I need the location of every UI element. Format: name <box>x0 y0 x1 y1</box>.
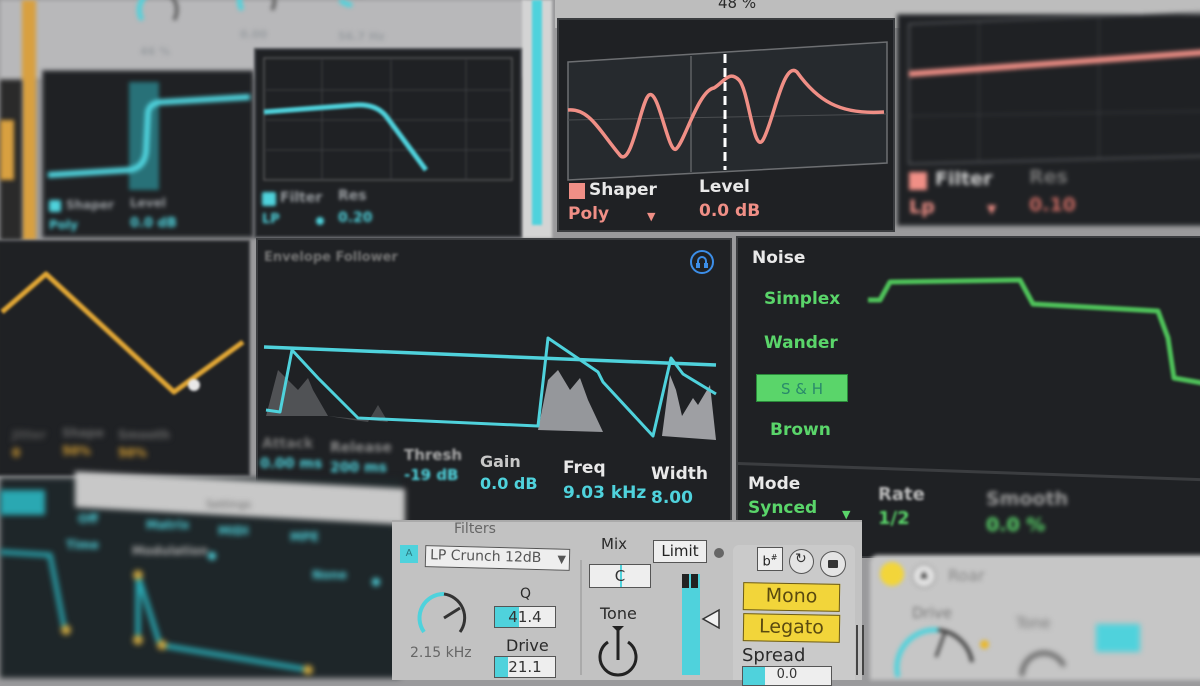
roar-title: Roar <box>948 566 985 585</box>
q-value: 41.4 <box>508 608 542 626</box>
filter-panel-right: Filter Lp ▼ Res 0.10 <box>897 11 1200 226</box>
res-label-right: Res <box>1029 166 1068 188</box>
level-label: Level <box>699 177 750 197</box>
filter-label-right: Filter <box>935 168 993 190</box>
spread-field[interactable]: 0.0 <box>742 666 832 686</box>
roar-cyan-button[interactable] <box>1096 624 1140 652</box>
env-param-label-width: Width <box>651 464 708 484</box>
pan-value: C <box>614 567 626 585</box>
res-value-right[interactable]: 0.10 <box>1029 194 1076 216</box>
save-icon[interactable] <box>820 551 846 577</box>
limit-button[interactable]: Limit <box>653 540 707 563</box>
filter-type-dropdown-icon: ▼ <box>557 552 567 566</box>
noise-mode-label: Mode <box>748 474 801 494</box>
roar-expand-button[interactable]: ▲ <box>912 564 936 588</box>
drive-label: Drive <box>506 636 549 655</box>
noise-mode-select[interactable]: Synced <box>748 498 817 518</box>
filter-freq-knob[interactable] <box>408 580 478 650</box>
vertical-meter-fill <box>532 0 542 225</box>
mix-section-divider <box>580 560 582 675</box>
filters-title: Filters <box>454 521 496 537</box>
filter-response-right <box>908 11 1200 165</box>
shaper-panel: Shaper Poly ▼ Level 0.0 dB <box>557 18 895 232</box>
drive-value: 21.1 <box>508 658 542 676</box>
env-param-value-freq[interactable]: 9.03 kHz <box>563 483 646 503</box>
filter-toggle-right[interactable] <box>909 172 927 190</box>
tone-label: Tone <box>600 604 637 623</box>
input-signal-area-3 <box>662 375 716 440</box>
q-label: Q <box>520 586 532 602</box>
filter-a-badge[interactable]: A <box>400 545 418 563</box>
noise-panel: Noise Simplex Wander S & H Brown Mode Sy… <box>736 236 1200 558</box>
legato-button[interactable]: Legato <box>742 613 841 643</box>
noise-rate-label: Rate <box>878 484 925 505</box>
shaper-label: Shaper <box>589 180 657 200</box>
filter-type-right[interactable]: Lp <box>909 196 935 218</box>
roar-drive-mod-dot <box>980 640 989 649</box>
env-param-label-gain: Gain <box>480 452 521 471</box>
roar-power-button[interactable] <box>880 562 904 586</box>
tone-knob[interactable] <box>594 624 644 679</box>
modulation-envelope <box>0 549 313 675</box>
roar-tone-label: Tone <box>1016 614 1051 632</box>
mono-button[interactable]: Mono <box>742 582 841 612</box>
env-param-value-width[interactable]: 8.00 <box>651 488 693 508</box>
output-meter-peak-r <box>691 574 698 588</box>
shaper-mode-select[interactable]: Poly <box>568 204 609 224</box>
output-meter-bg <box>682 574 700 675</box>
pan-field[interactable]: C <box>589 564 651 588</box>
shaper-toggle[interactable] <box>569 183 585 199</box>
noise-rate-value[interactable]: 1/2 <box>878 508 910 529</box>
noise-waveform <box>868 277 1200 386</box>
env-param-value-thresh[interactable]: -19 dB <box>404 466 459 484</box>
env-param-value-gain[interactable]: 0.0 dB <box>480 474 538 493</box>
roar-drive-label: Drive <box>912 604 952 622</box>
filter-type-value: LP Crunch 12dB <box>429 547 542 567</box>
output-gain-slider-icon[interactable] <box>701 608 721 630</box>
env-param-label-thresh: Thresh <box>404 446 463 464</box>
roar-drive-knob[interactable] <box>890 622 990 682</box>
filter-type-dropdown-icon[interactable]: ▼ <box>987 202 996 216</box>
mix-title: Mix <box>601 535 627 553</box>
env-param-label-freq: Freq <box>563 458 606 478</box>
input-signal-area-2 <box>538 370 603 432</box>
noise-smooth-label: Smooth <box>986 488 1069 510</box>
filter-freq-value[interactable]: 2.15 kHz <box>410 645 472 661</box>
shaper-mode-dropdown-icon[interactable]: ▼ <box>647 210 655 223</box>
voice-side-meter <box>856 625 864 675</box>
limit-indicator <box>714 548 724 558</box>
level-value[interactable]: 0.0 dB <box>699 201 760 221</box>
roar-tone-knob[interactable] <box>1016 640 1076 680</box>
filter-type-select[interactable]: LP Crunch 12dB ▼ <box>424 545 571 571</box>
transpose-button[interactable]: b# <box>757 547 783 571</box>
noise-smooth-value[interactable]: 0.0 % <box>986 514 1045 536</box>
top-right-value: 48 % <box>718 0 757 12</box>
spread-label: Spread <box>742 645 806 666</box>
shaper-waveform <box>567 41 888 181</box>
output-meter-peak-l <box>682 574 689 588</box>
q-value-field[interactable]: 41.4 <box>494 606 556 628</box>
cycle-icon[interactable]: ↻ <box>789 549 814 574</box>
